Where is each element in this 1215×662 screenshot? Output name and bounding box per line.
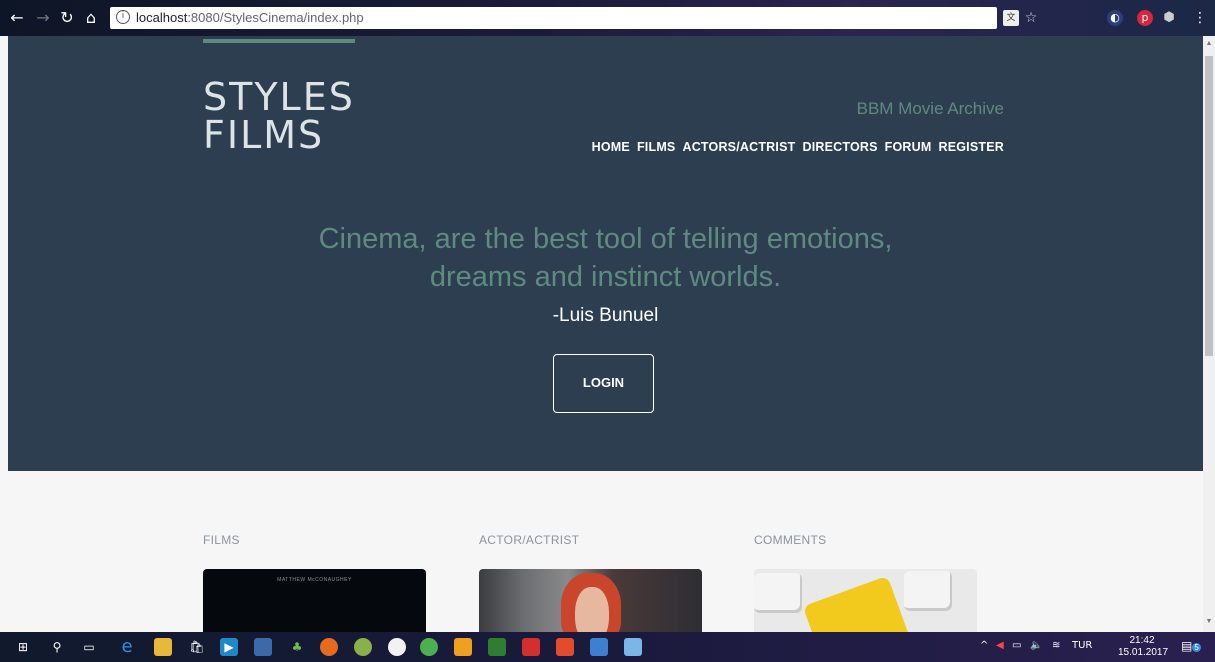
menu-item-forum[interactable]: FORUM [885, 140, 932, 154]
menu-item-films[interactable]: FILMS [637, 140, 676, 154]
pinterest-icon[interactable]: p [1137, 10, 1153, 26]
extension-icon[interactable]: ◐ [1107, 10, 1123, 26]
logo-line-2: FILMS [203, 113, 325, 157]
scrollbar-thumb[interactable] [1205, 56, 1213, 356]
tray-chevron-icon[interactable]: ^ [980, 640, 988, 651]
sublime-icon[interactable] [454, 638, 472, 656]
comments-thumbnail[interactable] [754, 569, 977, 632]
battery-icon[interactable]: ▭ [1012, 640, 1021, 651]
url-text: localhost:8080/StylesCinema/index.php [136, 10, 364, 25]
main-menu: HOME FILMS ACTORS/ACTRIST DIRECTORS FORU… [592, 140, 1004, 154]
eclipse-icon[interactable] [388, 638, 406, 656]
actor-thumbnail[interactable] [479, 569, 702, 632]
wifi-icon[interactable]: ≋ [1052, 640, 1060, 651]
windows-start-icon[interactable]: ⊞ [14, 638, 32, 656]
search-icon[interactable]: ⚲ [48, 638, 66, 656]
logo-line-1: STYLES [203, 75, 355, 119]
scroll-up-icon[interactable]: ▲ [1205, 40, 1213, 47]
home-icon[interactable]: ⌂ [82, 9, 100, 27]
android-studio-icon[interactable] [354, 638, 372, 656]
photos-icon[interactable] [254, 638, 272, 656]
chart-app-icon[interactable] [488, 638, 506, 656]
page-scrollbar[interactable]: ▲ ▼ [1203, 36, 1215, 632]
hero-section: STYLES FILMS BBM Movie Archive HOME FILM… [8, 36, 1203, 471]
volume-icon[interactable]: 🔈 [1030, 640, 1042, 651]
keyboard-key [754, 573, 802, 613]
login-button[interactable]: LOGIN [553, 354, 654, 413]
keyboard-key [904, 571, 952, 611]
back-arrow-icon[interactable]: ← [8, 9, 26, 27]
quote-line-1: Cinema, are the best tool of telling emo… [318, 223, 893, 255]
xampp-icon[interactable] [556, 638, 574, 656]
notification-icon[interactable]: ▤ 5 [1181, 639, 1201, 655]
quote-author: -Luis Bunuel [552, 305, 659, 326]
language-indicator[interactable]: TUR [1072, 640, 1092, 651]
virtualbox-icon[interactable] [624, 638, 642, 656]
bookmark-star-icon[interactable]: ☆ [1023, 10, 1039, 26]
reload-icon[interactable]: ↻ [58, 9, 76, 27]
info-icon[interactable]: i [116, 10, 130, 24]
notification-count: 5 [1192, 643, 1201, 652]
clock-date: 15.01.2017 [1118, 647, 1169, 658]
windows-taskbar: ⊞ ⚲ ▭ e 🛍 ▶ ♣ ^ ◀ ▭ 🔈 ≋ TUR 21:42 15.01.… [0, 632, 1215, 662]
translate-icon[interactable]: 文 [1003, 10, 1019, 26]
films-thumbnail-text: MATTHEW McCONAUGHEY [277, 577, 352, 583]
actor-face [575, 587, 609, 632]
site-subtitle: BBM Movie Archive [856, 99, 1004, 118]
tray-app-icon[interactable]: ◀ [996, 640, 1004, 651]
section-label-comments: COMMENTS [754, 533, 827, 547]
web-page: STYLES FILMS BBM Movie Archive HOME FILM… [8, 36, 1203, 632]
browser-toolbar: ← → ↻ ⌂ i localhost:8080/StylesCinema/in… [0, 0, 1215, 36]
forward-arrow-icon[interactable]: → [34, 9, 52, 27]
site-logo[interactable]: STYLES FILMS [203, 78, 355, 154]
section-label-actors: ACTOR/ACTRIST [479, 533, 580, 547]
menu-item-register[interactable]: REGISTER [939, 140, 1005, 154]
chrome-icon[interactable] [420, 638, 438, 656]
shield-icon[interactable]: ⬢ [1161, 10, 1177, 26]
task-view-icon[interactable]: ▭ [80, 638, 98, 656]
pdf-icon[interactable] [522, 638, 540, 656]
yellow-key [802, 575, 912, 632]
clock-time: 21:42 [1129, 635, 1155, 646]
media-player-icon[interactable]: ▶ [220, 638, 238, 656]
taskbar-clock[interactable]: 21:42 15.01.2017 [1118, 635, 1169, 659]
accent-bar [203, 39, 355, 43]
store-icon[interactable]: 🛍 [188, 638, 206, 656]
section-label-films: FILMS [203, 533, 240, 547]
menu-item-actors[interactable]: ACTORS/ACTRIST [682, 140, 795, 154]
file-explorer-icon[interactable] [154, 638, 172, 656]
menu-item-directors[interactable]: DIRECTORS [802, 140, 877, 154]
scroll-down-icon[interactable]: ▼ [1205, 618, 1213, 625]
menu-item-home[interactable]: HOME [592, 140, 630, 154]
address-bar[interactable]: i localhost:8080/StylesCinema/index.php [110, 7, 997, 29]
firefox-icon[interactable] [320, 638, 338, 656]
films-thumbnail[interactable]: MATTHEW McCONAUGHEY [203, 569, 426, 632]
menu-dots-icon[interactable]: ⋮ [1192, 10, 1208, 26]
hero-quote: Cinema, are the best tool of telling emo… [8, 220, 1203, 296]
people-icon[interactable]: ♣ [288, 638, 306, 656]
edge-icon[interactable]: e [118, 638, 136, 656]
quote-line-2: dreams and instinct worlds. [429, 261, 782, 293]
notes-icon[interactable] [590, 638, 608, 656]
